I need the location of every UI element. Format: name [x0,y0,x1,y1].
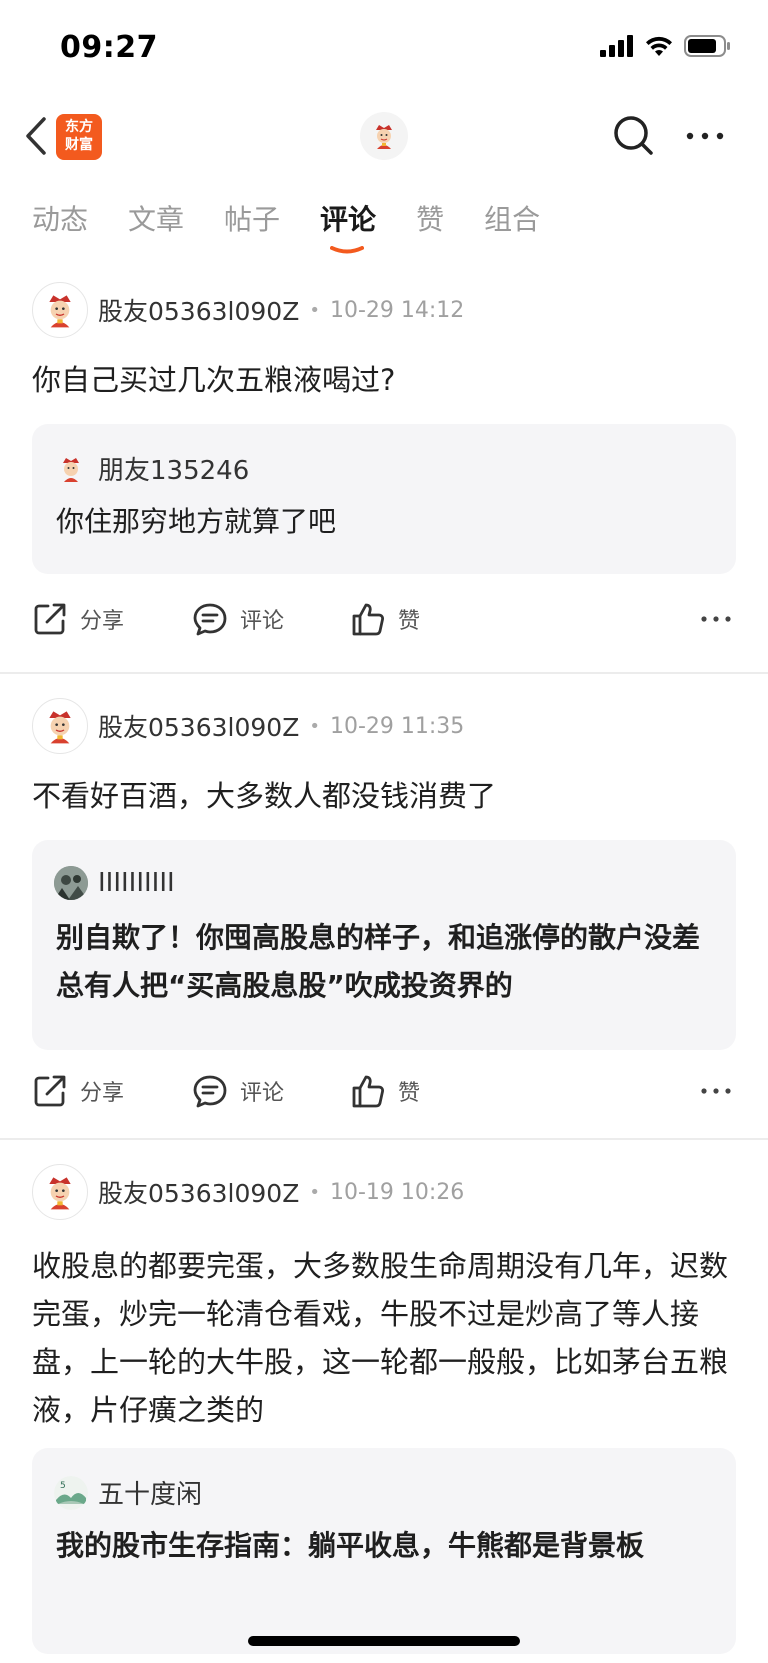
post-divider [0,672,768,674]
quote-header: IIIIIIIIII [54,866,175,900]
status-bar: 09:27 [0,0,768,96]
fortune-god-avatar-icon [49,295,71,328]
status-time: 09:27 [60,30,158,65]
battery-icon [684,35,730,57]
tab-articles[interactable]: 文章 [128,196,184,244]
logo-line2: 财富 [65,137,93,153]
like-button[interactable]: 赞 [350,594,420,644]
share-label: 分享 [80,609,125,634]
action-bar: 分享 评论 赞 [32,594,736,644]
fortune-god-avatar-icon [376,125,392,149]
comment-text[interactable]: 你自己买过几次五粮液喝过? [32,358,736,402]
quote-text: 我的股市生存指南：躺平收息，牛熊都是背景板 [56,1529,645,1562]
photo-avatar-icon [54,866,88,900]
username[interactable]: 股友05363l090Z [98,708,299,744]
wifi-icon [646,36,672,56]
quoted-comment[interactable]: 5 五十度闲 我的股市生存指南：躺平收息，牛熊都是背景板 [32,1448,736,1654]
like-button[interactable]: 赞 [350,1066,420,1116]
separator-dot: • [309,715,320,737]
more-options-button[interactable] [680,112,730,160]
profile-tabs: 动态 文章 帖子 评论 赞 组合 [32,196,580,256]
comment-text[interactable]: 不看好百酒，大多数人都没钱消费了 [32,774,736,818]
quote-avatar [54,866,88,900]
fortune-god-avatar-icon [49,711,71,744]
quote-username[interactable]: IIIIIIIIII [98,868,175,898]
quote-header: 5 五十度闲 [54,1474,202,1511]
quote-username[interactable]: 五十度闲 [98,1474,202,1511]
tab-dynamic[interactable]: 动态 [32,196,88,244]
search-button[interactable] [610,112,658,160]
active-tab-indicator [330,246,365,254]
svg-text:5: 5 [60,1481,66,1491]
share-icon [34,603,66,635]
quoted-comment[interactable]: 朋友135246 你住那穷地方就算了吧 [32,424,736,574]
post-more-button[interactable] [696,1066,736,1116]
thumbs-up-icon [352,603,384,636]
search-icon [614,116,653,155]
tab-comments-label: 评论 [320,203,377,236]
fortune-god-avatar-icon [63,457,79,482]
tab-comments[interactable]: 评论 [320,196,377,254]
separator-dot: • [309,1181,320,1203]
post-time: 10-29 14:12 [329,297,465,323]
profile-avatar[interactable] [360,112,408,160]
like-label: 赞 [398,609,421,634]
share-icon [34,1075,66,1107]
avatar[interactable] [32,1164,88,1220]
landscape-avatar-icon: 5 [54,1475,88,1510]
comment-label: 评论 [240,609,285,634]
comment-button[interactable]: 评论 [192,594,284,644]
post-header: 股友05363l090Z • 10-29 11:35 [32,696,464,756]
username[interactable]: 股友05363l090Z [98,292,299,328]
share-button[interactable]: 分享 [32,594,124,644]
back-button[interactable] [16,112,56,160]
more-horizontal-icon [701,616,731,622]
quote-avatar [54,452,88,486]
separator-dot: • [309,299,320,321]
comment-text[interactable]: 收股息的都要完蛋，大多数股生命周期没有几年，迟数完蛋，炒完一轮清仓看戏，牛股不过… [32,1242,736,1434]
quote-username[interactable]: 朋友135246 [98,450,249,487]
tab-portfolio[interactable]: 组合 [484,196,540,244]
post-header: 股友05363l090Z • 10-19 10:26 [32,1162,464,1222]
post-divider [0,1138,768,1140]
post-more-button[interactable] [696,594,736,644]
tab-likes[interactable]: 赞 [416,196,444,244]
more-horizontal-icon [701,1088,731,1094]
app-logo[interactable]: 东方 财富 [56,114,102,160]
tab-posts[interactable]: 帖子 [224,196,280,244]
cellular-signal-icon [600,35,633,57]
avatar[interactable] [32,282,88,338]
post-header: 股友05363l090Z • 10-29 14:12 [32,280,464,340]
comment-bubble-icon [193,1075,227,1108]
share-button[interactable]: 分享 [32,1066,124,1116]
action-bar: 分享 评论 赞 [32,1066,736,1116]
comment-bubble-icon [193,603,227,636]
share-label: 分享 [80,1081,125,1106]
like-label: 赞 [398,1081,421,1106]
post-time: 10-29 11:35 [329,713,465,739]
comment-label: 评论 [240,1081,285,1106]
quoted-comment[interactable]: IIIIIIIIII 别自欺了！你囤高股息的样子，和追涨停的散户没差总有人把“买… [32,840,736,1050]
chevron-left-icon [26,117,46,155]
logo-line1: 东方 [65,119,93,135]
more-horizontal-icon [686,132,724,140]
nav-bar: 东方 财富 [0,100,768,172]
home-indicator[interactable] [248,1636,520,1646]
quote-avatar: 5 [54,1475,88,1510]
avatar[interactable] [32,698,88,754]
username[interactable]: 股友05363l090Z [98,1174,299,1210]
quote-text: 别自欺了！你囤高股息的样子，和追涨停的散户没差总有人把“买高股息股”吹成投资界的 [56,921,701,1002]
thumbs-up-icon [352,1075,384,1108]
quote-header: 朋友135246 [54,450,249,487]
status-icons [600,34,732,58]
quote-text: 你住那穷地方就算了吧 [56,505,337,538]
fortune-god-avatar-icon [49,1177,71,1210]
post-time: 10-19 10:26 [329,1179,465,1205]
comment-button[interactable]: 评论 [192,1066,284,1116]
